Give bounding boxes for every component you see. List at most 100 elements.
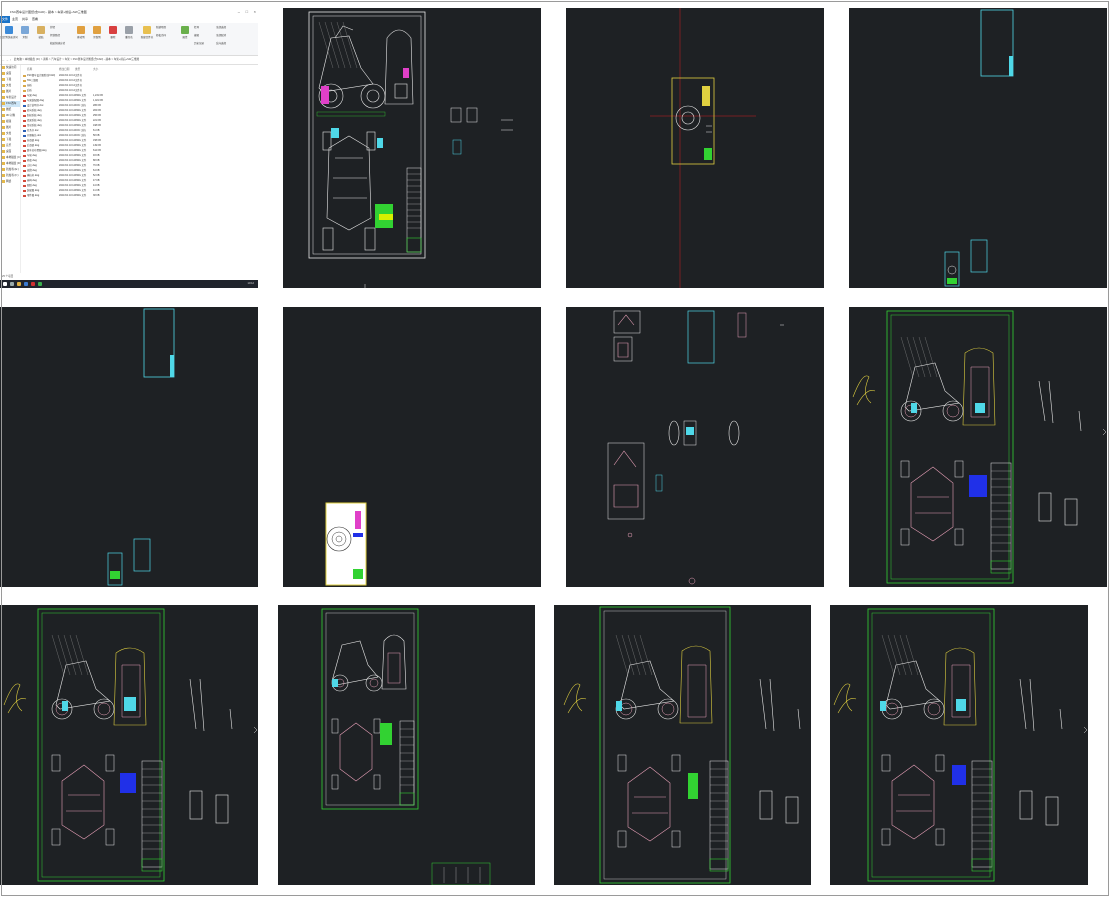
ribbon-open-button[interactable]: 打开 xyxy=(194,25,212,29)
file-type: DOC 文档 xyxy=(75,129,86,132)
close-icon[interactable]: × xyxy=(254,8,256,16)
cad-thumbnail-4[interactable] xyxy=(849,8,1107,288)
maximize-icon[interactable]: □ xyxy=(246,8,248,16)
ribbon-properties-button[interactable]: 属性 xyxy=(176,26,194,39)
column-type[interactable]: 类型 xyxy=(75,67,80,71)
file-row[interactable]: 制动系统.dwg 2021/3/4 10:12 DWG 文件 256 KB xyxy=(21,114,258,118)
cad-thumbnail-11[interactable] xyxy=(554,605,811,885)
file-row[interactable]: 车架.dwg 2021/3/4 10:12 DWG 文件 1,231 KB xyxy=(21,94,258,98)
file-type: 文件夹 xyxy=(75,84,83,87)
cad-thumbnail-5[interactable] xyxy=(0,307,258,587)
cad-thumbnail-10[interactable] xyxy=(278,605,535,885)
file-row[interactable]: 转向系统.dwg 2021/3/4 10:12 DWG 文件 284 KB xyxy=(21,109,258,113)
ribbon-select-all-button[interactable]: 全部选择 xyxy=(216,25,236,29)
file-name: 悬架系统.dwg xyxy=(27,119,42,122)
sidebar-item-label: 下载 xyxy=(6,78,12,81)
ribbon-invert-selection-button[interactable]: 反向选择 xyxy=(216,41,236,45)
file-row[interactable]: 车轮.dwg 2021/3/4 10:12 DWG 文件 93 KB xyxy=(21,154,258,158)
file-row[interactable]: 后悬架.dwg 2021/3/4 10:12 DWG 文件 149 KB xyxy=(21,144,258,148)
file-row[interactable]: FSC赛车设计图纸(含CAD) 2021/3/4 10:12 文件夹 xyxy=(21,74,258,78)
file-type: DWG 文件 xyxy=(75,149,87,152)
column-size[interactable]: 大小 xyxy=(93,67,98,71)
sidebar-item[interactable]: 网络 xyxy=(0,179,20,185)
cad-thumbnail-8[interactable] xyxy=(849,307,1107,587)
ribbon-label: 编辑 xyxy=(194,34,200,37)
sidebar-item-label: 桌面 xyxy=(6,72,12,75)
search-icon[interactable] xyxy=(10,282,14,286)
ribbon-rename-button[interactable]: 重命名 xyxy=(120,26,138,39)
dwg-file-icon xyxy=(23,115,26,118)
file-type: DWG 文件 xyxy=(75,164,87,167)
ribbon-edit-button[interactable]: 编辑 xyxy=(194,33,212,37)
ribbon-paste-button[interactable]: 粘贴 xyxy=(32,26,50,39)
start-icon[interactable] xyxy=(3,282,7,286)
tab-home[interactable]: 主页 xyxy=(10,16,20,23)
file-date: 2021/3/4 10:12 xyxy=(59,124,75,127)
file-row[interactable]: 摇臂.dwg 2021/3/4 10:12 DWG 文件 64 KB xyxy=(21,169,258,173)
file-date: 2021/3/4 10:12 xyxy=(59,104,75,107)
ribbon-cut-button[interactable]: 剪切 xyxy=(50,25,70,29)
ribbon-paste-shortcut-button[interactable]: 粘贴快捷方式 xyxy=(50,41,72,45)
file-row[interactable]: 图纸.dwg 2021/3/4 10:12 DWG 文件 44 KB xyxy=(21,184,258,188)
column-date[interactable]: 修改日期 xyxy=(59,67,69,71)
ribbon-select-none-button[interactable]: 全部取消 xyxy=(216,33,236,37)
file-row[interactable]: 座椅.dwg 2021/3/4 10:12 DWG 文件 47 KB xyxy=(21,179,258,183)
file-type: DWG 文件 xyxy=(75,174,87,177)
browser-icon[interactable] xyxy=(24,282,28,286)
address-bar[interactable]: ← → ↑ 此电脑 > 本地磁盘 (D:) > 资料 > 汽车设计 > 车架 >… xyxy=(0,56,258,65)
file-row[interactable]: 立柱.dwg 2021/3/4 10:12 DWG 文件 76 KB xyxy=(21,164,258,168)
file-name: SW三维图 xyxy=(27,79,39,82)
minimize-icon[interactable]: – xyxy=(238,8,240,16)
file-row[interactable]: 悬架系统.dwg 2021/3/4 10:12 DWG 文件 221 KB xyxy=(21,119,258,123)
file-row[interactable]: 任务书.doc 2021/3/4 10:12 DOC 文档 61 KB xyxy=(21,129,258,133)
file-row[interactable]: 开题报告.doc 2021/3/4 10:12 DOC 文档 58 KB xyxy=(21,134,258,138)
file-row[interactable]: 赛车总布置图.dwg 2021/3/4 10:12 DWG 文件 612 KB xyxy=(21,149,258,153)
file-size: 52 KB xyxy=(93,174,100,177)
cad-thumbnail-2[interactable] xyxy=(283,8,541,288)
ribbon-copy-path-button[interactable]: 复制路径 xyxy=(50,33,70,37)
cad-thumbnail-3[interactable] xyxy=(566,8,824,288)
file-date: 2021/3/4 10:12 xyxy=(59,109,75,112)
file-date: 2021/3/4 10:12 xyxy=(59,134,75,137)
autocad-icon[interactable] xyxy=(31,282,35,286)
ribbon-new-item-button[interactable]: 新建项目 xyxy=(156,25,176,29)
cad-drawing-chassis-layout xyxy=(563,606,801,884)
file-row[interactable]: 设计说明书.doc 2021/3/4 10:12 DOC 文档 286 KB xyxy=(21,104,258,108)
file-name: 任务书.doc xyxy=(27,129,39,132)
file-name: 前桥 xyxy=(27,84,32,87)
folder-icon[interactable] xyxy=(17,282,21,286)
tab-file[interactable]: 文件 xyxy=(0,16,11,23)
sidebar-item-label: 文档 xyxy=(6,84,12,87)
ribbon-new-folder-button[interactable]: 新建文件夹 xyxy=(138,26,156,39)
sidebar-item-label: 新加卷 (F:) xyxy=(6,174,19,177)
tab-share[interactable]: 共享 xyxy=(20,16,30,23)
cad-thumbnail-12[interactable] xyxy=(830,605,1088,885)
file-row[interactable]: 传动系统.dwg 2021/3/4 10:12 DWG 文件 198 KB xyxy=(21,124,258,128)
doc-file-icon xyxy=(23,135,26,138)
sidebar-item-label: 车架设计 xyxy=(6,96,17,99)
folder-icon xyxy=(2,71,5,75)
cad-thumbnail-7[interactable] xyxy=(566,307,824,587)
file-type: 文件夹 xyxy=(75,89,83,92)
ribbon-easy-access-button[interactable]: 轻松访问 xyxy=(156,33,176,37)
cad-thumbnail-9[interactable] xyxy=(0,605,258,885)
file-row[interactable]: 前桥 2021/3/4 10:12 文件夹 xyxy=(21,84,258,88)
file-row[interactable]: 横拉杆.dwg 2021/3/4 10:12 DWG 文件 52 KB xyxy=(21,174,258,178)
back-arrow-icon[interactable]: ← → ↑ xyxy=(2,56,11,64)
column-name[interactable]: 名称 xyxy=(27,67,32,71)
navigation-pane: 快速访问 桌面 下载 文档 图片 车架设计 FSC赛车 图纸 3D 对象 视频 图片 文档 下载 音乐 桌面… xyxy=(0,65,21,273)
file-row[interactable]: 车架装配图.dwg 2021/3/4 10:12 DWG 文件 1,021 KB xyxy=(21,99,258,103)
file-row[interactable]: 后桥 2021/3/4 10:12 文件夹 xyxy=(21,89,258,93)
file-date: 2021/3/4 10:12 xyxy=(59,94,75,97)
file-row[interactable]: 零件图.dwg 2021/3/4 10:12 DWG 文件 38 KB xyxy=(21,194,258,198)
file-row[interactable]: 轮毂.dwg 2021/3/4 10:12 DWG 文件 88 KB xyxy=(21,159,258,163)
file-row[interactable]: 装配图.dwg 2021/3/4 10:12 DWG 文件 41 KB xyxy=(21,189,258,193)
tab-view[interactable]: 查看 xyxy=(30,16,40,23)
file-size: 284 KB xyxy=(93,109,101,112)
wechat-icon[interactable] xyxy=(38,282,42,286)
delete-icon xyxy=(109,26,117,34)
ribbon-history-button[interactable]: 历史记录 xyxy=(194,41,212,45)
file-row[interactable]: SW三维图 2021/3/4 10:12 文件夹 xyxy=(21,79,258,83)
cad-thumbnail-6[interactable] xyxy=(283,307,541,587)
file-row[interactable]: 前悬架.dwg 2021/3/4 10:12 DWG 文件 158 KB xyxy=(21,139,258,143)
